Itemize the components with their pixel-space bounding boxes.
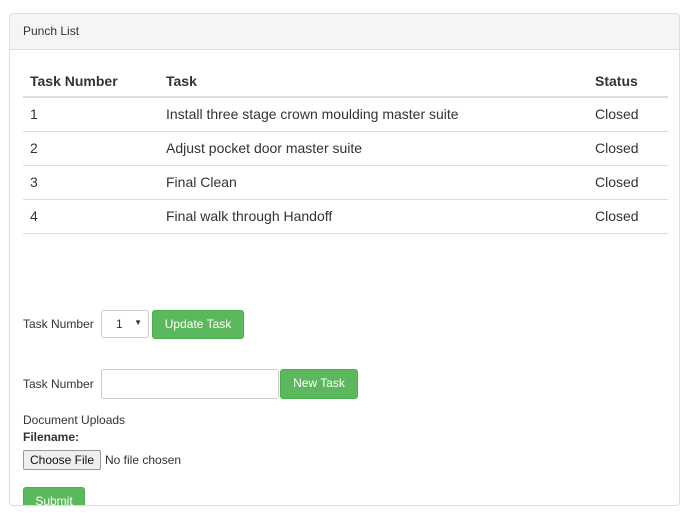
task-status-cell: Closed <box>588 131 668 166</box>
task-status-cell: Closed <box>588 199 668 234</box>
document-uploads-label: Document Uploads <box>23 413 126 427</box>
column-header-status: Status <box>588 65 668 98</box>
task-number-cell: 2 <box>23 131 159 166</box>
task-number-select[interactable]: 1 ▼ <box>101 310 149 338</box>
update-task-number-label: Task Number <box>23 317 94 331</box>
task-number-cell: 1 <box>23 97 159 132</box>
table-header-row: Task Number Task Status <box>23 65 668 98</box>
table-row: 4 Final walk through Handoff Closed <box>23 199 668 234</box>
new-task-number-label: Task Number <box>23 377 94 391</box>
table-row: 1 Install three stage crown moulding mas… <box>23 97 668 132</box>
table-row: 2 Adjust pocket door master suite Closed <box>23 131 668 166</box>
submit-button[interactable]: Submit <box>23 487 85 505</box>
table-row: 3 Final Clean Closed <box>23 165 668 200</box>
task-name-cell: Install three stage crown moulding maste… <box>159 97 588 132</box>
panel-heading: Punch List <box>10 14 679 50</box>
file-status-text: No file chosen <box>105 453 182 467</box>
filename-label: Filename: <box>23 430 80 444</box>
task-name-cell: Final walk through Handoff <box>159 199 588 234</box>
new-task-number-input[interactable] <box>101 369 279 399</box>
dropdown-arrow-icon: ▼ <box>134 318 142 327</box>
task-table: Task Number Task Status 1 Install three … <box>23 65 668 234</box>
update-task-button[interactable]: Update Task <box>152 310 244 339</box>
task-name-cell: Adjust pocket door master suite <box>159 131 588 166</box>
task-status-cell: Closed <box>588 97 668 132</box>
punch-list-panel: Punch List Task Number Task Status 1 Ins… <box>9 13 680 506</box>
task-number-cell: 3 <box>23 165 159 200</box>
new-task-button[interactable]: New Task <box>280 369 358 399</box>
column-header-task-number: Task Number <box>23 65 159 98</box>
task-status-cell: Closed <box>588 165 668 200</box>
panel-title: Punch List <box>23 24 80 38</box>
task-name-cell: Final Clean <box>159 165 588 200</box>
task-number-select-value: 1 <box>116 317 123 331</box>
task-number-cell: 4 <box>23 199 159 234</box>
column-header-task: Task <box>159 65 588 98</box>
choose-file-button[interactable]: Choose File <box>23 450 101 470</box>
